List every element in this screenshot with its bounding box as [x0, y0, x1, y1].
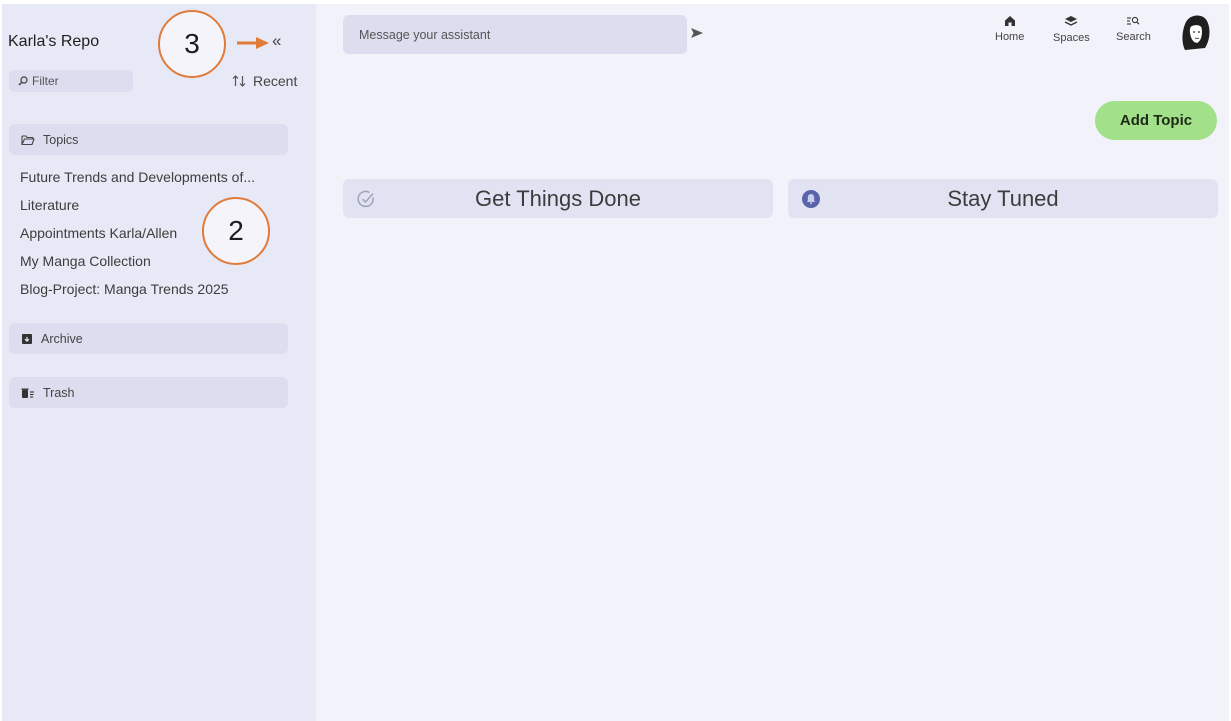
add-topic-button[interactable]: Add Topic: [1095, 101, 1217, 140]
card-title: Stay Tuned: [947, 185, 1059, 211]
archive-section-header[interactable]: Archive: [9, 323, 288, 354]
annotation-callout-3: 3: [158, 10, 226, 78]
get-things-done-card[interactable]: Get Things Done: [343, 179, 773, 218]
topics-section-header[interactable]: Topics: [9, 124, 288, 155]
assistant-message-input[interactable]: [343, 15, 687, 54]
nav-home-label: Home: [995, 31, 1025, 43]
annotation-callout-2: 2: [202, 197, 270, 265]
user-avatar[interactable]: [1177, 12, 1215, 52]
nav-search-label: Search: [1116, 31, 1151, 43]
topic-item[interactable]: Blog-Project: Manga Trends 2025: [20, 279, 255, 307]
nav-spaces-label: Spaces: [1053, 32, 1090, 44]
stay-tuned-card[interactable]: Stay Tuned: [788, 179, 1218, 218]
nav-home[interactable]: Home: [995, 15, 1024, 43]
trash-icon: [21, 388, 34, 398]
trash-label: Trash: [43, 385, 75, 400]
main-content: Home Spaces Search Add Topic: [316, 4, 1229, 721]
search-icon: [18, 76, 28, 86]
send-icon[interactable]: [690, 27, 704, 39]
trash-section-header[interactable]: Trash: [9, 377, 288, 408]
archive-label: Archive: [41, 331, 83, 346]
annotation-arrow: [237, 37, 269, 49]
collapse-sidebar-button[interactable]: «: [272, 32, 281, 49]
bell-icon: [802, 190, 820, 208]
layers-icon: [1065, 16, 1078, 26]
archive-icon: [22, 333, 32, 344]
repo-title: Karla's Repo: [8, 33, 100, 50]
folder-open-icon: [21, 134, 35, 145]
topics-label: Topics: [43, 132, 79, 147]
sort-button[interactable]: Recent: [232, 73, 297, 89]
search-list-icon: [1127, 16, 1140, 25]
card-title: Get Things Done: [475, 185, 641, 211]
sidebar: Karla's Repo « Filter Recent Topics Futu…: [2, 4, 316, 721]
filter-label: Filter: [32, 74, 59, 88]
check-circle-icon: [357, 190, 374, 208]
sort-label: Recent: [253, 73, 298, 89]
avatar-portrait-icon: [1182, 15, 1210, 50]
home-icon: [1004, 16, 1015, 26]
filter-input[interactable]: Filter: [9, 70, 133, 92]
sort-icon: [232, 75, 246, 87]
nav-spaces[interactable]: Spaces: [1053, 15, 1090, 44]
topic-item[interactable]: Future Trends and Developments of...: [20, 167, 255, 195]
nav-search[interactable]: Search: [1116, 15, 1151, 43]
